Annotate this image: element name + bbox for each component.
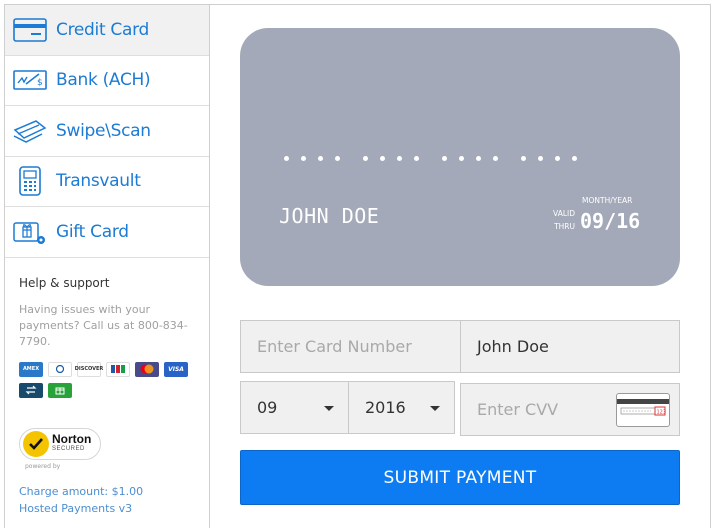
expiry-month-select[interactable]: 09 — [240, 381, 349, 434]
sidebar-item-label: Bank (ACH) — [56, 70, 151, 91]
visa-icon: VISA — [164, 361, 188, 377]
expiry-year-value: 2016 — [365, 398, 406, 417]
footer-info: Charge amount: $1.00 Hosted Payments v3 — [19, 483, 143, 517]
credit-card-icon — [12, 15, 48, 45]
sidebar-item-label: Gift Card — [56, 221, 129, 242]
chevron-down-icon — [324, 405, 334, 411]
payment-method-sidebar: Credit Card $ Bank (ACH) Swipe\Scan Tran… — [4, 4, 210, 528]
chevron-down-icon — [430, 405, 440, 411]
diners-icon — [48, 361, 72, 377]
card-holder-name: JOHN DOE — [279, 204, 380, 228]
norton-powered-by: powered by — [25, 462, 61, 470]
version-label: Hosted Payments v3 — [19, 502, 133, 515]
sidebar-item-label: Swipe\Scan — [56, 120, 151, 141]
bank-check-icon: $ — [12, 65, 48, 95]
expiry-year-select[interactable]: 2016 — [348, 381, 455, 434]
card-number-mask — [284, 156, 577, 161]
jcb-icon — [106, 361, 130, 377]
help-title: Help & support — [19, 275, 110, 290]
gift-card-icon — [12, 217, 48, 247]
cvv-placeholder: Enter CVV — [477, 400, 559, 419]
sidebar-item-label: Transvault — [56, 171, 141, 192]
card-expiry: 09/16 — [580, 209, 641, 233]
help-section: Help & support Having issues with your p… — [5, 258, 209, 472]
submit-payment-button[interactable]: SUBMIT PAYMENT — [240, 450, 680, 505]
mastercard-icon — [135, 361, 159, 377]
svg-text:$: $ — [37, 78, 43, 88]
cvv-card-icon: 123 — [616, 393, 670, 427]
card-preview: JOHN DOE MONTH/YEAR VALID THRU 09/16 — [240, 28, 680, 286]
expiry-month-value: 09 — [257, 398, 278, 417]
norton-secured-badge: Norton SECURED powered by — [19, 427, 101, 472]
swipe-card-icon — [12, 116, 48, 146]
discover-icon: DISCOVER — [75, 361, 103, 377]
valid-thru-label: VALID THRU — [553, 209, 575, 231]
norton-name: Norton — [52, 431, 92, 446]
amex-icon: AMEX — [19, 361, 43, 377]
gift-icon — [48, 382, 72, 398]
sidebar-item-transvault[interactable]: Transvault — [5, 157, 209, 207]
sidebar-item-bank-ach[interactable]: $ Bank (ACH) — [5, 56, 209, 106]
card-number-input[interactable]: Enter Card Number — [240, 320, 461, 373]
checkmark-icon — [23, 430, 49, 457]
svg-text:123: 123 — [657, 410, 667, 416]
card-terminal-icon — [12, 166, 48, 197]
help-text: Having issues with your payments? Call u… — [19, 302, 188, 348]
sidebar-item-swipe-scan[interactable]: Swipe\Scan — [5, 106, 209, 157]
charge-amount: Charge amount: $1.00 — [19, 485, 144, 498]
card-expiry-block: MONTH/YEAR VALID THRU 09/16 — [545, 196, 655, 236]
sidebar-item-credit-card[interactable]: Credit Card — [5, 5, 209, 56]
ach-transfer-icon — [19, 382, 43, 398]
sidebar-item-gift-card[interactable]: Gift Card — [5, 207, 209, 258]
cvv-input[interactable]: Enter CVV 123 — [460, 383, 680, 436]
sidebar-item-label: Credit Card — [56, 19, 149, 40]
accepted-payment-icons: AMEX DISCOVER VISA — [19, 361, 204, 398]
cardholder-name-input[interactable]: John Doe — [460, 320, 680, 373]
month-year-label: MONTH/YEAR — [582, 196, 633, 205]
